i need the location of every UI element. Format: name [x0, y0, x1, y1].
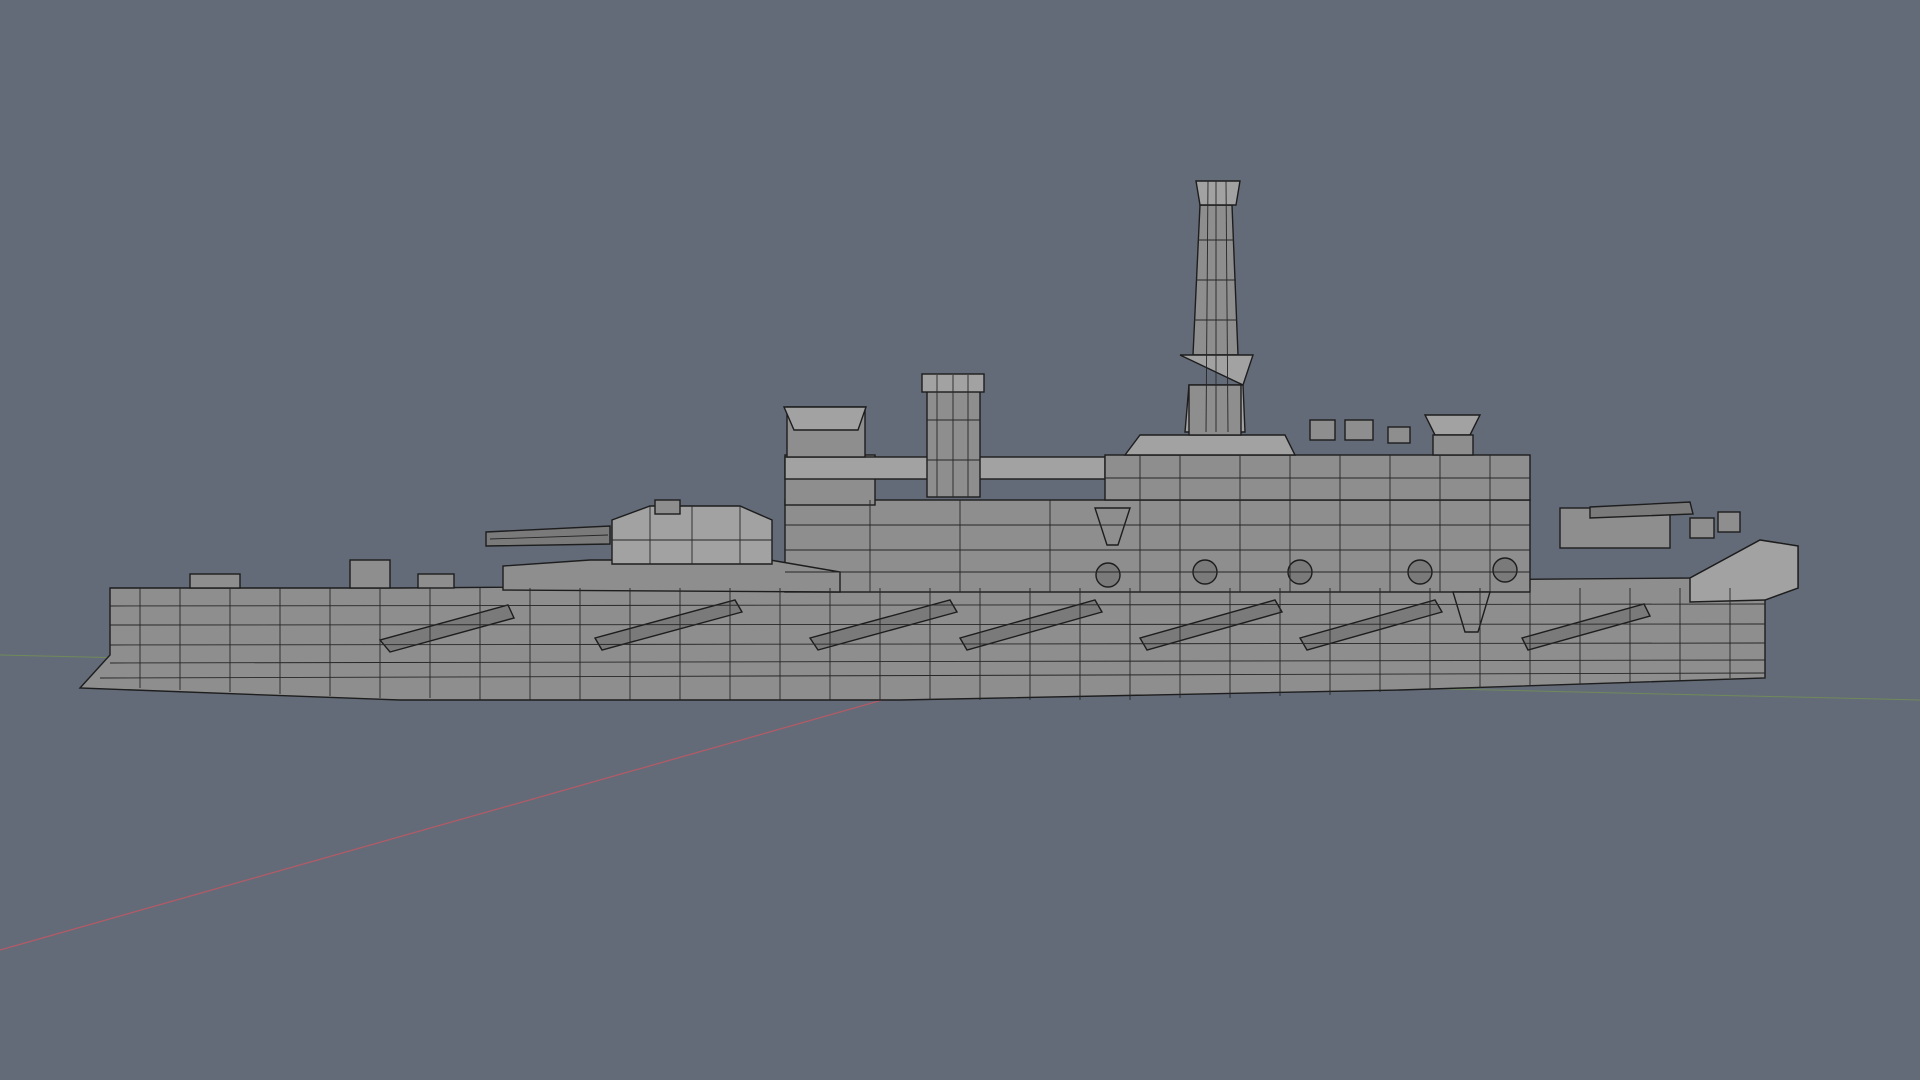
vent-1	[1309, 419, 1336, 441]
bow-block	[1689, 539, 1799, 603]
bow-vent-2	[1717, 511, 1741, 533]
tall-funnel-top	[1195, 180, 1241, 206]
porthole	[1095, 562, 1121, 588]
vent-3	[1387, 426, 1411, 444]
turret-hood	[654, 499, 681, 515]
forward-gun-barrel	[1589, 501, 1694, 519]
bridge-deck	[1104, 454, 1531, 501]
3d-viewport[interactable]	[0, 0, 1920, 1080]
aft-barbette	[502, 559, 841, 593]
stern-vent-2	[349, 559, 391, 589]
bridge-roof	[1123, 434, 1297, 456]
vent-2	[1344, 419, 1374, 441]
forward-mast-base	[1432, 434, 1474, 456]
porthole	[1492, 557, 1518, 583]
aft-funnel-cap	[782, 406, 867, 431]
stern-box	[417, 573, 455, 589]
stern-vent-1	[189, 573, 241, 589]
center-funnel	[926, 374, 981, 498]
forward-mast	[1423, 414, 1482, 436]
tall-funnel-lower	[1188, 384, 1242, 436]
x-axis-line	[0, 694, 901, 951]
viewport-canvas[interactable]	[0, 0, 1920, 1080]
bow-vent-1	[1689, 517, 1715, 539]
ship-model[interactable]	[78, 180, 1799, 701]
